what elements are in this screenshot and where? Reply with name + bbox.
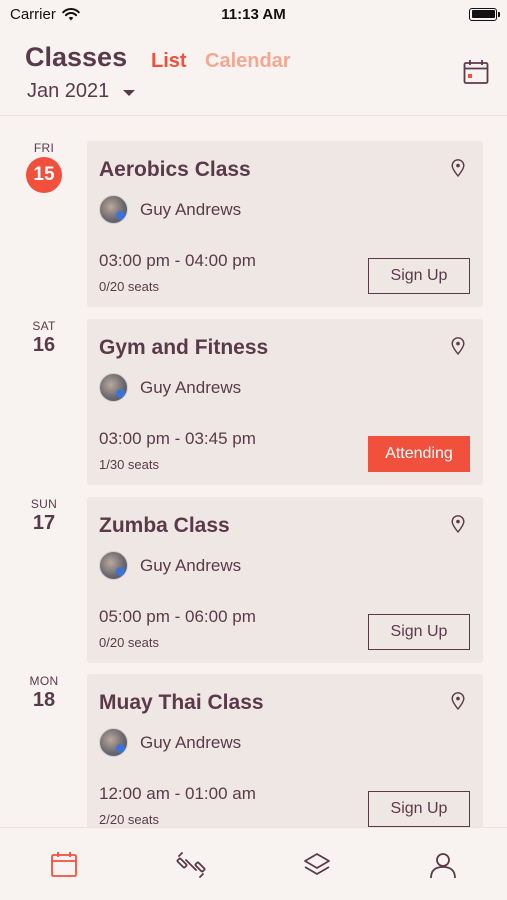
- tab-list[interactable]: List: [151, 50, 187, 73]
- month-selector[interactable]: Jan 2021: [27, 80, 136, 103]
- wifi-icon: [62, 7, 80, 20]
- layers-icon[interactable]: [302, 850, 332, 880]
- class-time: 12:00 am - 01:00 am: [99, 784, 256, 803]
- day-number-today: 15: [26, 157, 62, 193]
- location-pin-icon[interactable]: [451, 692, 465, 710]
- day-of-week: MON: [29, 674, 59, 688]
- class-seats: 1/30 seats: [99, 457, 159, 472]
- day-number: 16: [32, 334, 56, 356]
- day-of-week: SAT: [32, 319, 56, 333]
- day-of-week: FRI: [33, 141, 55, 155]
- instructor-name: Guy Andrews: [140, 733, 242, 752]
- status-bar: Carrier 11:13 AM: [0, 0, 507, 28]
- sign-up-button[interactable]: Sign Up: [368, 791, 470, 827]
- class-title: Gym and Fitness: [99, 336, 269, 359]
- class-card[interactable]: Aerobics Class Guy Andrews 03:00 pm - 04…: [87, 141, 483, 307]
- class-time: 05:00 pm - 06:00 pm: [99, 607, 256, 626]
- instructor-name: Guy Andrews: [140, 378, 242, 397]
- status-left: Carrier: [10, 6, 80, 23]
- page-title: Classes: [25, 42, 128, 72]
- class-card[interactable]: Gym and Fitness Guy Andrews 03:00 pm - 0…: [87, 319, 483, 485]
- day-label: SAT 16: [20, 319, 68, 357]
- class-time: 03:00 pm - 04:00 pm: [99, 251, 256, 270]
- day-of-week: SUN: [30, 497, 58, 511]
- class-list[interactable]: FRI 15 Aerobics Class Guy Andrews 03:00 …: [0, 117, 507, 827]
- class-seats: 2/20 seats: [99, 812, 159, 827]
- profile-icon[interactable]: [428, 850, 458, 880]
- class-card[interactable]: Muay Thai Class Guy Andrews 12:00 am - 0…: [87, 674, 483, 827]
- instructor-avatar: [99, 373, 128, 402]
- class-title: Aerobics Class: [99, 158, 251, 181]
- sign-up-button[interactable]: Sign Up: [368, 258, 470, 294]
- calendar-icon[interactable]: [49, 850, 79, 880]
- header: Classes List Calendar Jan 2021: [0, 28, 507, 116]
- battery-icon: [469, 7, 500, 21]
- calendar-icon[interactable]: [462, 58, 490, 86]
- location-pin-icon[interactable]: [451, 515, 465, 533]
- day-label: FRI 15: [20, 141, 68, 193]
- day-label: SUN 17: [20, 497, 68, 535]
- tab-calendar[interactable]: Calendar: [205, 50, 291, 73]
- instructor-avatar: [99, 195, 128, 224]
- day-number: 18: [32, 689, 56, 711]
- day-label: MON 18: [20, 674, 68, 712]
- dumbbell-icon[interactable]: [176, 850, 206, 880]
- class-seats: 0/20 seats: [99, 279, 159, 294]
- month-label: Jan 2021: [27, 80, 110, 102]
- caret-down-icon: [123, 89, 136, 96]
- class-card[interactable]: Zumba Class Guy Andrews 05:00 pm - 06:00…: [87, 497, 483, 663]
- location-pin-icon[interactable]: [451, 337, 465, 355]
- tab-bar: [0, 827, 507, 900]
- instructor-avatar: [99, 551, 128, 580]
- carrier-label: Carrier: [10, 5, 56, 23]
- day-number: 17: [32, 512, 56, 534]
- instructor-avatar: [99, 728, 128, 757]
- class-title: Muay Thai Class: [99, 691, 264, 714]
- location-pin-icon[interactable]: [451, 159, 465, 177]
- instructor-name: Guy Andrews: [140, 556, 242, 575]
- class-time: 03:00 pm - 03:45 pm: [99, 429, 256, 448]
- sign-up-button[interactable]: Sign Up: [368, 614, 470, 650]
- instructor-name: Guy Andrews: [140, 200, 242, 219]
- class-seats: 0/20 seats: [99, 635, 159, 650]
- class-title: Zumba Class: [99, 514, 230, 537]
- attending-button[interactable]: Attending: [368, 436, 470, 472]
